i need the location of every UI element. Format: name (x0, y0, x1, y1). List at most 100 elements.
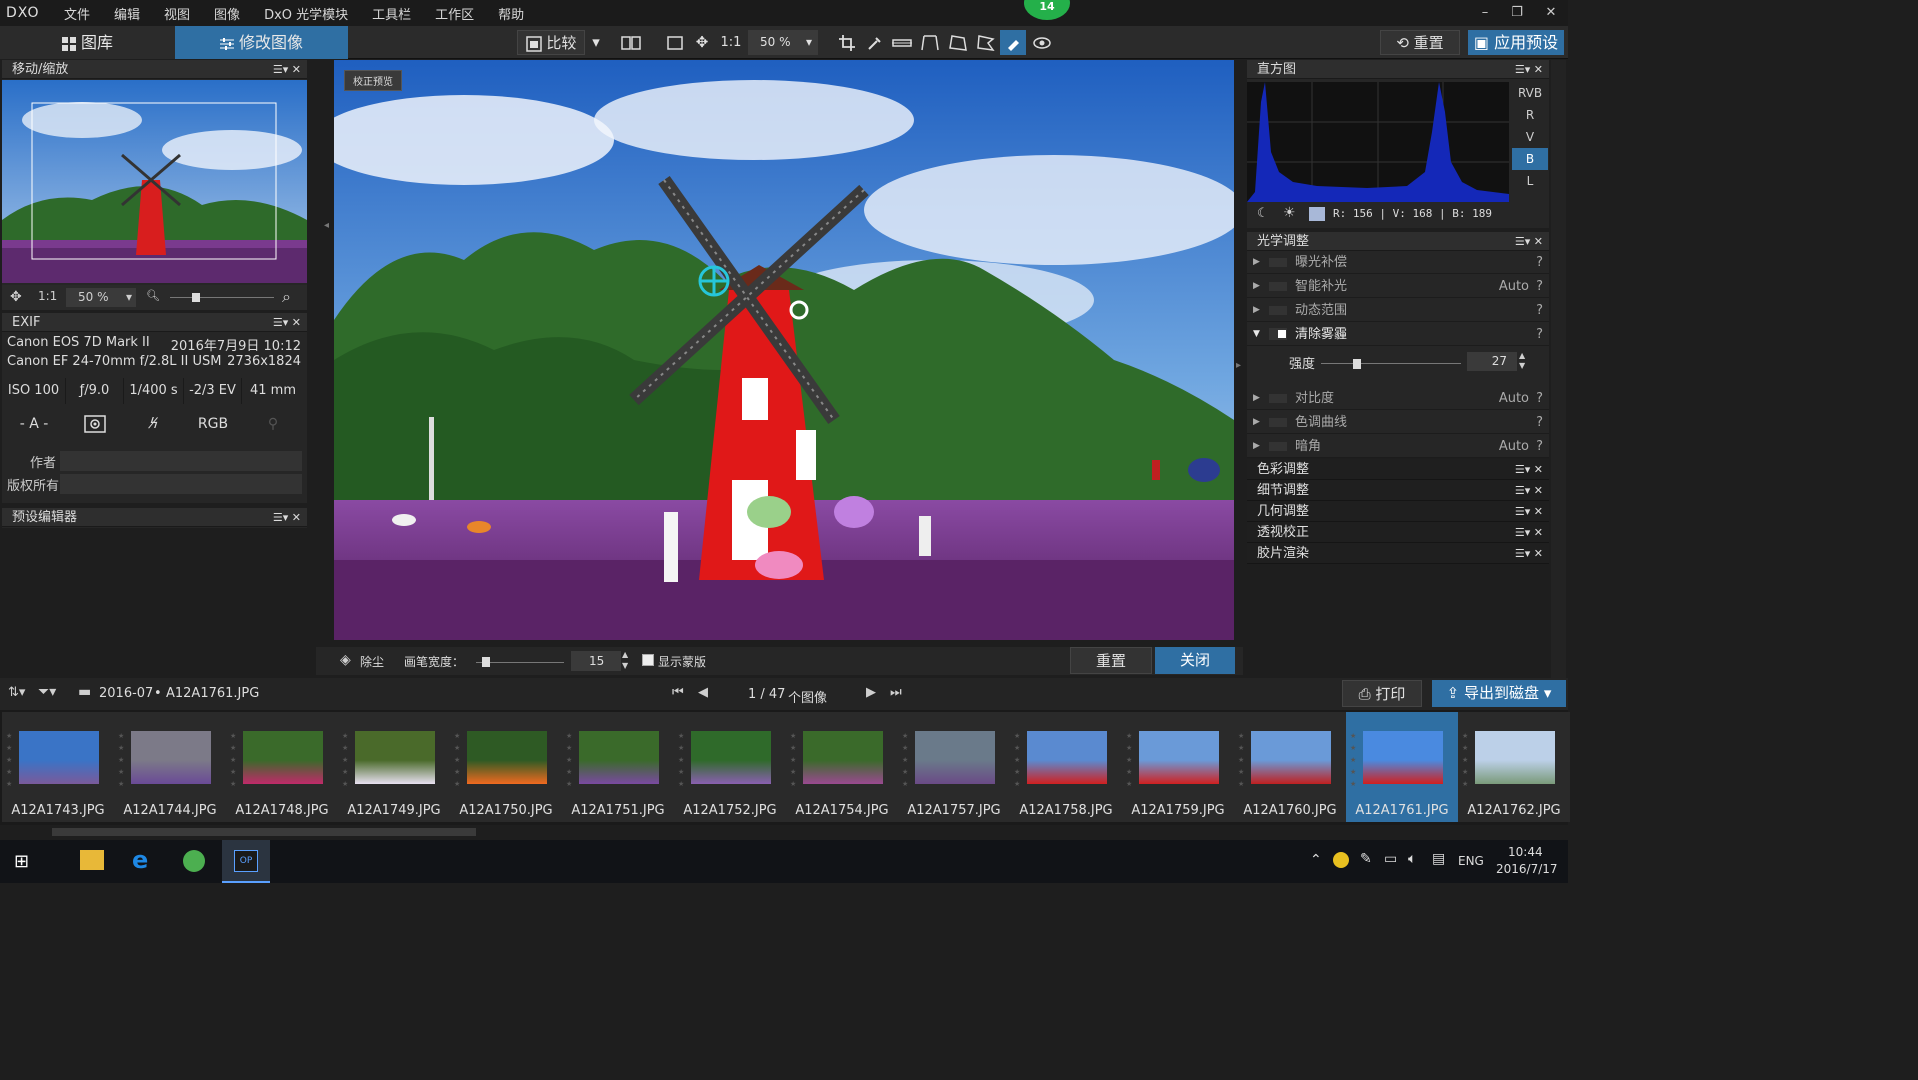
eyedropper-icon[interactable] (864, 30, 886, 55)
windows-start-icon[interactable]: ⊞ (14, 851, 29, 872)
expand-arrow-icon[interactable]: ▶ (1253, 387, 1260, 410)
panel-menu-close-icon[interactable]: ☰▾ ✕ (1515, 232, 1543, 251)
help-icon[interactable]: ? (1536, 435, 1543, 458)
zoom-slider-handle[interactable] (192, 293, 200, 302)
panel-menu-close-icon[interactable]: ☰▾ ✕ (1515, 522, 1543, 543)
brush-slider-handle[interactable] (482, 657, 490, 667)
panel-menu-close-icon[interactable]: ☰▾ ✕ (273, 313, 301, 332)
channel-b[interactable]: B (1512, 148, 1548, 170)
menu-help[interactable]: 帮助 (486, 4, 536, 23)
rating-stars-icon[interactable]: ★ ★ ★ ★ ★ (678, 730, 686, 790)
filmstrip-thumbnail[interactable]: ★ ★ ★ ★ ★ A12A1762.JPG (1458, 712, 1570, 822)
panel-menu-close-icon[interactable]: ☰▾ ✕ (1515, 480, 1543, 501)
enable-toggle[interactable] (1269, 418, 1287, 427)
rating-stars-icon[interactable]: ★ ★ ★ ★ ★ (230, 730, 238, 790)
move-icon[interactable]: ✥ (10, 289, 22, 305)
menu-file[interactable]: 文件 (52, 4, 102, 23)
rating-stars-icon[interactable]: ★ ★ ★ ★ ★ (118, 730, 126, 790)
brush-width-input[interactable]: 15 (571, 651, 621, 671)
input-language[interactable]: ENG (1458, 854, 1484, 868)
rating-stars-icon[interactable]: ★ ★ ★ ★ ★ (790, 730, 798, 790)
first-image-icon[interactable]: ⏮ (672, 685, 684, 700)
channel-r[interactable]: R (1512, 104, 1548, 126)
perspective-4pt-icon[interactable] (946, 30, 970, 55)
moon-icon[interactable]: ☾ (1257, 206, 1269, 221)
collapse-arrow-icon[interactable]: ▼ (1253, 323, 1260, 346)
panel-menu-close-icon[interactable]: ☰▾ ✕ (1515, 543, 1543, 564)
zoom-slider[interactable] (170, 297, 274, 298)
one-to-one-button[interactable]: 1:1 (718, 30, 744, 55)
dust-close-button[interactable]: 关闭 (1155, 647, 1235, 674)
sun-icon[interactable]: ☀ (1283, 205, 1296, 221)
enable-toggle[interactable] (1269, 328, 1287, 340)
file-explorer-icon[interactable] (80, 850, 104, 870)
dust-removal-icon[interactable] (1000, 30, 1026, 55)
side-by-side-icon[interactable] (618, 30, 644, 55)
filmstrip-thumbnail[interactable]: ★ ★ ★ ★ ★ A12A1744.JPG (114, 712, 226, 822)
panel-menu-close-icon[interactable]: ☰▾ ✕ (1515, 60, 1543, 79)
help-icon[interactable]: ? (1536, 299, 1543, 322)
strength-slider[interactable] (1321, 363, 1461, 364)
compare-dropdown-icon[interactable]: ▾ (587, 30, 605, 55)
menu-optics-modules[interactable]: DxO 光学模块 (252, 4, 360, 23)
perspective-2pt-icon[interactable] (918, 30, 942, 55)
dxo-taskbar-button[interactable]: OP (222, 840, 270, 883)
perspective-8pt-icon[interactable] (974, 30, 998, 55)
rating-stars-icon[interactable]: ★ ★ ★ ★ ★ (6, 730, 14, 790)
expand-arrow-icon[interactable]: ▶ (1253, 411, 1260, 434)
palette-tone-curve[interactable]: ▶ 色调曲线 ? (1247, 411, 1549, 434)
tray-expand-icon[interactable]: ⌃ (1310, 852, 1322, 868)
sort-icon[interactable]: ⇅▾ (8, 685, 25, 700)
strength-slider-handle[interactable] (1353, 359, 1361, 369)
enable-toggle[interactable] (1269, 258, 1287, 267)
help-icon[interactable]: ? (1536, 323, 1543, 346)
palette-detail[interactable]: 细节调整 ☰▾ ✕ (1247, 480, 1549, 501)
spinner-arrows-icon[interactable]: ▲ ▼ (1519, 351, 1525, 371)
rating-stars-icon[interactable]: ★ ★ ★ ★ ★ (454, 730, 462, 790)
palette-perspective[interactable]: 透视校正 ☰▾ ✕ (1247, 522, 1549, 543)
expand-arrow-icon[interactable]: ▶ (1253, 299, 1260, 322)
correction-preview-label[interactable]: 校正预览 (344, 70, 402, 91)
filmstrip-thumbnail[interactable]: ★ ★ ★ ★ ★ A12A1749.JPG (338, 712, 450, 822)
reset-button[interactable]: ⟲ 重置 (1380, 30, 1460, 55)
palette-dynamic-range[interactable]: ▶ 动态范围 ? (1247, 299, 1549, 322)
filter-icon[interactable]: ⏷▾ (38, 684, 56, 700)
collapse-left-icon[interactable]: ◂ (324, 220, 329, 231)
palette-film[interactable]: 胶片渲染 ☰▾ ✕ (1247, 543, 1549, 564)
menu-image[interactable]: 图像 (202, 4, 252, 23)
network-icon[interactable]: ▭ (1384, 851, 1397, 867)
fit-screen-icon[interactable] (664, 30, 686, 55)
export-button[interactable]: ⇪ 导出到磁盘 ▾ (1432, 680, 1566, 707)
filmstrip-scrollbar[interactable] (0, 825, 1568, 838)
filmstrip-thumbnail[interactable]: ★ ★ ★ ★ ★ A12A1748.JPG (226, 712, 338, 822)
edge-browser-icon[interactable]: e (132, 846, 148, 874)
help-icon[interactable]: ? (1536, 411, 1543, 434)
palette-exposure[interactable]: ▶ 曝光补偿 ? (1247, 251, 1549, 274)
scrollbar-thumb[interactable] (52, 828, 476, 836)
panel-menu-close-icon[interactable]: ☰▾ ✕ (1515, 501, 1543, 522)
spinner-arrows-icon[interactable]: ▲ ▼ (622, 649, 628, 671)
strength-input[interactable]: 27 (1467, 352, 1517, 371)
last-image-icon[interactable]: ⏭ (890, 685, 902, 700)
enable-toggle[interactable] (1269, 282, 1287, 291)
panel-menu-close-icon[interactable]: ☰▾ ✕ (273, 60, 301, 79)
palette-smart-lighting[interactable]: ▶ 智能补光 Auto ? (1247, 275, 1549, 298)
filmstrip-thumbnail[interactable]: ★ ★ ★ ★ ★ A12A1752.JPG (674, 712, 786, 822)
notification-icon[interactable]: ▤ (1432, 851, 1445, 867)
move-icon[interactable]: ✥ (691, 30, 713, 55)
collapse-right-icon[interactable]: ▸ (1236, 360, 1241, 371)
enable-toggle[interactable] (1269, 306, 1287, 315)
filmstrip-thumbnail[interactable]: ★ ★ ★ ★ ★ A12A1758.JPG (1010, 712, 1122, 822)
help-icon[interactable]: ? (1536, 275, 1543, 298)
zoom-out-icon[interactable]: 🔍︎ (146, 289, 160, 302)
help-icon[interactable]: ? (1536, 251, 1543, 274)
copyright-field[interactable] (60, 474, 302, 494)
rating-stars-icon[interactable]: ★ ★ ★ ★ ★ (1350, 730, 1358, 790)
right-scrollbar[interactable] (1551, 60, 1566, 680)
palette-contrast[interactable]: ▶ 对比度 Auto ? (1247, 387, 1549, 410)
menu-workspace[interactable]: 工作区 (423, 4, 486, 23)
image-viewer[interactable]: ◂ ▸ 校正预览 (316, 60, 1243, 647)
palette-color[interactable]: 色彩调整 ☰▾ ✕ (1247, 459, 1549, 480)
tab-customize[interactable]: 修改图像 (175, 26, 348, 59)
nav-one-to-one[interactable]: 1:1 (38, 289, 57, 303)
